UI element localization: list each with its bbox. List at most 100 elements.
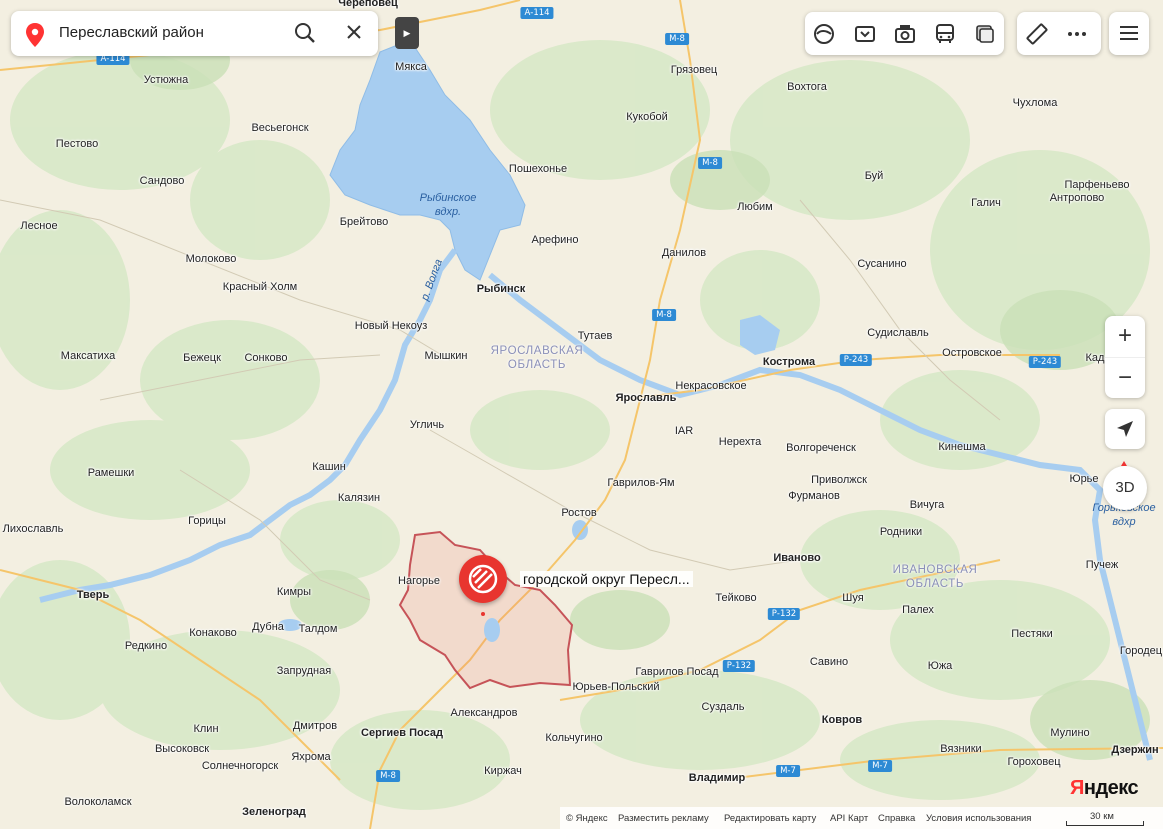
zoom-out-button[interactable]: − [1105, 358, 1145, 399]
edit-map-link[interactable]: Редактировать карту [724, 813, 816, 824]
city-label: Брейтово [339, 216, 389, 228]
city-label: Высоковск [154, 743, 210, 755]
search-icon[interactable] [294, 22, 316, 44]
city-label: Грязовец [670, 64, 718, 76]
hatched-area-icon [468, 564, 498, 594]
city-label: Красный Холм [222, 281, 298, 293]
location-pin-icon [26, 23, 44, 47]
water-label-rybinsk: Рыбинское вдхр. [419, 192, 477, 218]
transit-bus-icon[interactable] [933, 22, 957, 46]
3d-button[interactable]: 3D [1103, 466, 1147, 510]
road-badge: M-8 [665, 33, 689, 45]
zoom-in-button[interactable]: + [1105, 316, 1145, 358]
city-label: Савино [809, 656, 849, 668]
city-label: Талдом [298, 623, 338, 635]
yandex-logo: Яндекс [1070, 777, 1139, 799]
footer-bar: © Яндекс Разместить рекламу Редактироват… [560, 807, 1163, 829]
city-label: Запрудная [276, 665, 332, 677]
city-label: Калязин [337, 492, 381, 504]
road-badge: M-7 [868, 760, 892, 772]
layers-toolbar [805, 12, 1004, 55]
layers-icon[interactable] [973, 22, 997, 46]
road-badge: Р-132 [722, 660, 756, 672]
city-label: Нагорье [398, 575, 440, 587]
search-input[interactable]: Переславский район [59, 24, 204, 41]
road-badge: M-7 [776, 765, 800, 777]
city-label: Чухлома [1012, 97, 1058, 109]
road-badge: M-8 [698, 157, 722, 169]
city-label: Лихославль [2, 523, 64, 535]
city-label: Фурманов [788, 490, 840, 502]
city-label: Кад [1085, 352, 1105, 364]
road-badge: M-8 [652, 309, 676, 321]
city-label: Родники [879, 526, 923, 538]
ads-link[interactable]: Разместить рекламу [618, 813, 709, 824]
city-label: Мулино [1050, 727, 1090, 739]
camera-icon[interactable] [893, 22, 917, 46]
city-label: Городец [1119, 645, 1163, 657]
more-icon[interactable] [1065, 22, 1089, 46]
city-label: Ковров [821, 714, 863, 726]
collapse-panel-button[interactable]: ▶ [395, 17, 419, 49]
region-label-ivanovo: ИВАНОВСКАЯ ОБЛАСТЬ [892, 564, 978, 590]
city-label: Мышкин [424, 350, 468, 362]
city-label: Арефино [531, 234, 579, 246]
region-label-yaroslavl: ЯРОСЛАВСКАЯ ОБЛАСТЬ [490, 345, 584, 371]
city-label: Рыбинск [476, 283, 526, 295]
city-label: Александров [450, 707, 518, 719]
city-label: Иваново [773, 552, 821, 564]
city-label: Мякса [395, 61, 427, 73]
hamburger-icon [1120, 26, 1138, 40]
ruler-icon[interactable] [1025, 22, 1049, 46]
city-label: Судиславль [867, 327, 929, 339]
city-label: Данилов [661, 247, 707, 259]
city-label: Пестово [55, 138, 99, 150]
city-label: IAR [674, 425, 694, 437]
city-label: Тейково [715, 592, 757, 604]
city-label: Дзержин [1111, 744, 1159, 756]
city-label: Редкино [124, 640, 168, 652]
city-label: Некрасовское [675, 380, 747, 392]
zoom-control: + − [1105, 316, 1145, 398]
city-label: Вичуга [909, 499, 945, 511]
city-label: Волгореченск [786, 442, 856, 454]
city-label: Весьегонск [251, 122, 309, 134]
search-panel: Переславский район [11, 11, 378, 56]
city-label: Сонково [244, 352, 288, 364]
city-label: Галич [971, 197, 1001, 209]
city-label: Вязники [940, 743, 982, 755]
city-label: Пучеж [1085, 559, 1119, 571]
menu-button[interactable] [1109, 12, 1149, 55]
api-link[interactable]: API Карт [830, 813, 868, 824]
city-label: Палех [902, 604, 934, 616]
city-label: Юрьев-Польский [572, 681, 660, 693]
copyright-text[interactable]: © Яндекс [566, 813, 608, 824]
city-label: Волоколамск [64, 796, 132, 808]
road-badge: Р-243 [839, 354, 873, 366]
geolocation-button[interactable] [1105, 409, 1145, 449]
district-marker[interactable] [459, 555, 507, 603]
help-link[interactable]: Справка [878, 813, 915, 824]
city-label: Шуя [842, 592, 864, 604]
city-label: Рамешки [87, 467, 135, 479]
city-label: Ярославль [615, 392, 677, 404]
map-canvas[interactable] [0, 0, 1163, 829]
city-label: Кострома [762, 356, 816, 368]
navigation-arrow-icon [1117, 421, 1133, 437]
city-label: Кинешма [938, 441, 986, 453]
city-label: Сергиев Посад [361, 727, 443, 739]
terms-link[interactable]: Условия использования [926, 813, 1031, 824]
close-icon[interactable] [345, 23, 363, 41]
satellite-layer-icon[interactable] [812, 22, 836, 46]
tools-toolbar [1017, 12, 1101, 55]
city-label: Дмитров [292, 720, 338, 732]
road-badge: Р-132 [767, 608, 801, 620]
city-label: Суздаль [701, 701, 745, 713]
city-label: Угличь [409, 419, 445, 431]
panorama-icon[interactable] [853, 22, 877, 46]
city-label: Владимир [688, 772, 746, 784]
marker-label[interactable]: городской округ Пересл... [520, 571, 693, 587]
city-label: Тутаев [577, 330, 613, 342]
city-label: Приволжск [811, 474, 867, 486]
road-badge: Р-243 [1028, 356, 1062, 368]
